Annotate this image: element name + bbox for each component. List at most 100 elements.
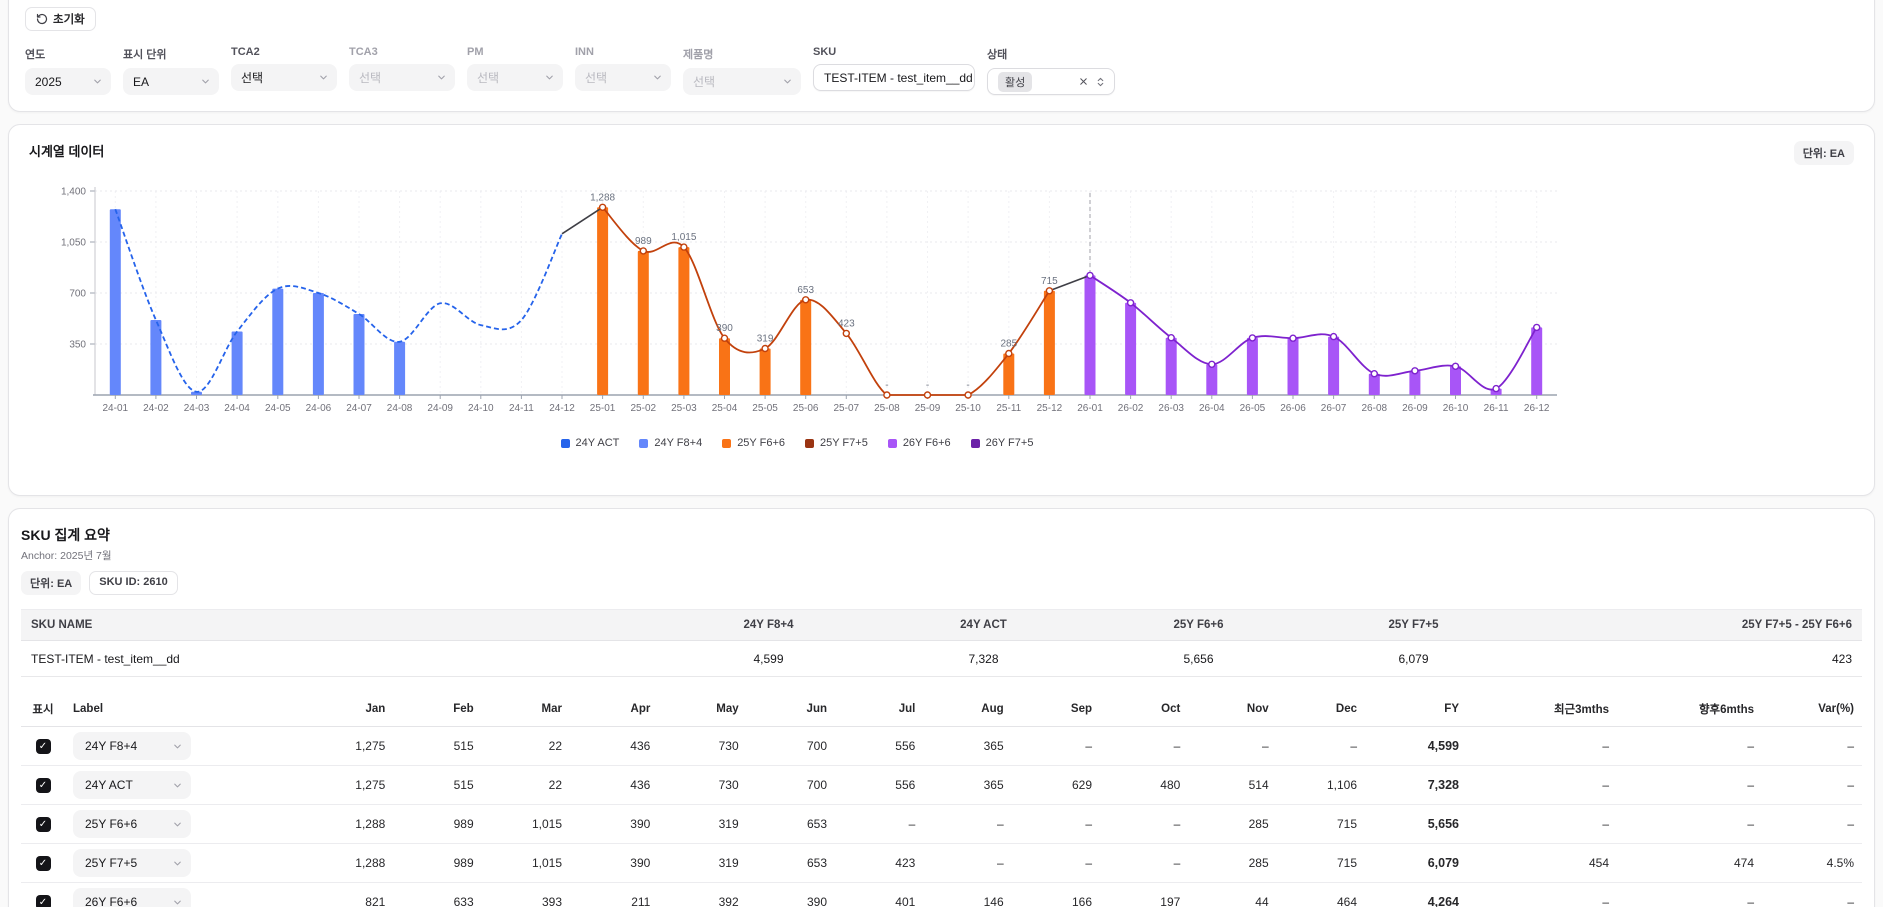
value-cell: 390 (747, 895, 835, 907)
value-cell: – (1012, 817, 1100, 831)
value-cell: – (1617, 739, 1762, 753)
bar-24Y-F8+4 (354, 314, 365, 395)
value-cell: 1,288 (305, 817, 393, 831)
value-cell: 436 (570, 778, 658, 792)
value-cell: – (1467, 817, 1617, 831)
legend-item-24Y-F8+4: 24Y F8+4 (639, 437, 702, 449)
value-cell: – (1617, 778, 1762, 792)
sku-table-header: SKU NAME 24Y F8+4 24Y ACT 25Y F6+6 25Y F… (21, 609, 1862, 641)
svg-text:350: 350 (69, 340, 86, 351)
row-checkbox[interactable]: ✓ (36, 739, 51, 754)
filter-select-inn: 선택 (575, 64, 671, 91)
label-select[interactable]: 24Y F8+4 (73, 732, 191, 760)
svg-text:25-07: 25-07 (834, 403, 860, 414)
bar-26Y-F6+6 (1531, 327, 1542, 395)
col-apr: Apr (570, 703, 658, 715)
svg-text:25-10: 25-10 (955, 403, 981, 414)
filter-select-year[interactable]: 2025 (25, 68, 111, 95)
label-select[interactable]: 25Y F7+5 (73, 849, 191, 877)
filter-select-unit[interactable]: EA (123, 68, 219, 95)
value-cell: 1,015 (482, 856, 570, 870)
value-cell: – (1617, 895, 1762, 907)
bar-25Y-F6+6 (800, 300, 811, 395)
filter-select-status[interactable]: 활성 (987, 68, 1115, 95)
value-cell: 4.5% (1762, 856, 1862, 870)
label-select-value: 25Y F7+5 (85, 856, 172, 870)
value-cell: 392 (658, 895, 746, 907)
svg-text:24-03: 24-03 (184, 403, 210, 414)
col-24y-f84: 24Y F8+4 (661, 619, 876, 631)
value-cell: 730 (658, 739, 746, 753)
sku-summary-card: SKU 집계 요약 Anchor: 2025년 7월 단위: EA SKU ID… (8, 508, 1875, 907)
row-checkbox[interactable]: ✓ (36, 778, 51, 793)
col-may: May (658, 703, 746, 715)
svg-text:989: 989 (635, 236, 652, 247)
value-cell: – (1467, 895, 1617, 907)
chevron-down-icon (436, 72, 447, 83)
filter-label-unit: 표시 단위 (123, 46, 219, 62)
label-select-value: 26Y F6+6 (85, 895, 172, 907)
legend-item-25Y-F7+5: 25Y F7+5 (805, 437, 868, 449)
col-jan: Jan (305, 703, 393, 715)
label-select[interactable]: 24Y ACT (73, 771, 191, 799)
filter-label-inn: INN (575, 46, 671, 58)
filter-select-sku[interactable]: TEST-ITEM - test_item__dd (813, 64, 975, 91)
bar-25Y-F6+6 (638, 251, 649, 395)
filter-field-status: 상태활성 (987, 46, 1115, 95)
svg-text:26-05: 26-05 (1240, 403, 1266, 414)
label-select[interactable]: 25Y F6+6 (73, 810, 191, 838)
svg-text:25-06: 25-06 (793, 403, 819, 414)
value-cell: 390 (570, 817, 658, 831)
value-cell: – (1100, 856, 1188, 870)
row-checkbox[interactable]: ✓ (36, 817, 51, 832)
row-checkbox[interactable]: ✓ (36, 895, 51, 907)
value-cell: – (1467, 778, 1617, 792)
svg-text:26-12: 26-12 (1524, 403, 1550, 414)
bar-26Y-F6+6 (1085, 275, 1096, 395)
chart-legend: 24Y ACT24Y F8+425Y F6+625Y F7+526Y F6+62… (29, 437, 1565, 449)
value-cell: 1,106 (1277, 778, 1365, 792)
value-cell: – (923, 817, 1011, 831)
val-25y-f75: 6,079 (1306, 652, 1521, 666)
value-cell: 1,288 (305, 856, 393, 870)
value-cell: 730 (658, 778, 746, 792)
label-select[interactable]: 26Y F6+6 (73, 888, 191, 907)
filter-select-pm: 선택 (467, 64, 563, 91)
col-24y-act: 24Y ACT (876, 619, 1091, 631)
fy-cell: 4,599 (1365, 739, 1467, 753)
val-24y-f84: 4,599 (661, 652, 876, 666)
timeseries-chart: 3507001,0501,40024-0124-0224-0324-0424-0… (29, 177, 1565, 429)
value-cell: 285 (1188, 856, 1276, 870)
row-checkbox[interactable]: ✓ (36, 856, 51, 871)
value-cell: 515 (393, 739, 481, 753)
value-cell: – (1188, 739, 1276, 753)
val-25y-diff: 423 (1521, 652, 1862, 666)
legend-dot (971, 439, 980, 448)
clear-x-icon[interactable] (1078, 76, 1089, 87)
legend-dot (722, 439, 731, 448)
bar-24Y-F8+4 (232, 332, 243, 396)
col-mar: Mar (482, 703, 570, 715)
bar-24Y-F8+4 (272, 289, 283, 395)
filter-label-tca3: TCA3 (349, 46, 455, 58)
col-jul: Jul (835, 703, 923, 715)
svg-text:1,050: 1,050 (61, 238, 86, 249)
value-cell: – (1277, 739, 1365, 753)
filter-label-tca2: TCA2 (231, 46, 337, 58)
svg-text:700: 700 (69, 289, 86, 300)
value-cell: 715 (1277, 856, 1365, 870)
status-clear-button[interactable] (1078, 76, 1089, 87)
filter-select-tca2[interactable]: 선택 (231, 64, 337, 91)
detail-table-header: 표시LabelJanFebMarAprMayJunJulAugSepOctNov… (21, 691, 1862, 727)
reset-button[interactable]: 초기화 (25, 7, 96, 31)
bar-26Y-F6+6 (1166, 338, 1177, 395)
svg-text:26-07: 26-07 (1321, 403, 1347, 414)
fy-cell: 6,079 (1365, 856, 1467, 870)
svg-text:423: 423 (838, 318, 855, 329)
filter-value-inn: 선택 (585, 69, 646, 86)
svg-text:319: 319 (757, 334, 774, 345)
col-sep: Sep (1012, 703, 1100, 715)
value-cell: 653 (747, 856, 835, 870)
svg-text:24-11: 24-11 (509, 403, 534, 414)
value-cell: – (923, 856, 1011, 870)
